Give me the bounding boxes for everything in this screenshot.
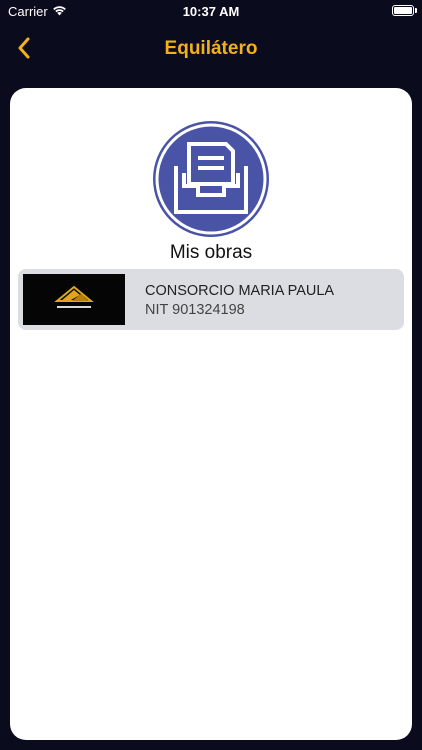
battery-icon bbox=[392, 5, 414, 16]
item-nit: NIT 901324198 bbox=[145, 302, 245, 318]
status-time: 10:37 AM bbox=[182, 4, 240, 19]
app-screen: Carrier 10:37 AM Equilátero Mis obras CO… bbox=[0, 0, 422, 750]
section-title: Mis obras bbox=[169, 242, 253, 263]
page-title: Equilátero bbox=[164, 38, 258, 59]
main-card: Mis obras CONSORCIO MARIA PAULA NIT 9013… bbox=[10, 88, 412, 740]
status-bar: Carrier 10:37 AM bbox=[0, 0, 422, 24]
battery-level bbox=[394, 7, 412, 14]
inbox-tray-icon bbox=[150, 118, 272, 240]
battery-tip bbox=[415, 8, 417, 13]
navigation-bar: Equilátero bbox=[0, 28, 422, 72]
equilatero-logo-icon bbox=[23, 274, 125, 325]
item-name: CONSORCIO MARIA PAULA bbox=[145, 283, 335, 299]
list-item[interactable]: CONSORCIO MARIA PAULA NIT 901324198 bbox=[18, 269, 404, 330]
